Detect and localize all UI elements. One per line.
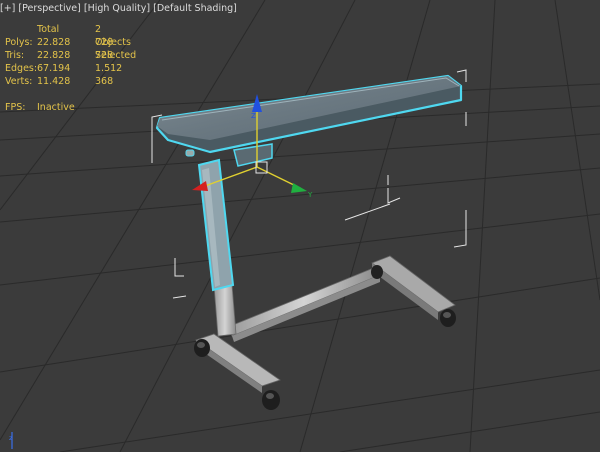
stats-header-total: Total — [37, 24, 60, 35]
caster-wheel — [371, 265, 383, 279]
stats-selected: 368 — [95, 76, 114, 87]
stats-label: Tris: — [5, 50, 25, 61]
stats-selected: 1.512 — [95, 63, 123, 74]
stats-label: Edges: — [5, 63, 38, 74]
stats-total: 67.194 — [37, 63, 71, 74]
viewport-menu-perspective[interactable]: [Perspective] — [18, 3, 80, 14]
stats-total: 22.828 — [37, 37, 71, 48]
svg-text:z: z — [9, 434, 13, 442]
viewport-menu-shading[interactable]: [Default Shading] — [153, 3, 237, 14]
perspective-viewport[interactable]: Z Y z — [0, 0, 600, 452]
fps-readout: FPS: Inactive — [5, 102, 75, 113]
viewport-label[interactable]: [+] [Perspective] [High Quality] [Defaul… — [0, 3, 237, 14]
viewport-background — [0, 0, 600, 452]
stats-label: Polys: — [5, 37, 33, 48]
viewport-menu-plus[interactable]: [+] — [0, 3, 15, 14]
fps-value: Inactive — [37, 102, 75, 113]
stats-total: 11.428 — [37, 76, 71, 87]
caster-wheel — [194, 339, 210, 357]
stats-selected: 728 — [95, 50, 114, 61]
caster-wheel — [262, 390, 280, 410]
fps-label: FPS: — [5, 102, 26, 113]
stats-label: Verts: — [5, 76, 33, 87]
svg-text:Y: Y — [307, 191, 313, 199]
stats-selected: 728 — [95, 37, 114, 48]
svg-text:Z: Z — [251, 112, 256, 120]
caster-wheel — [440, 309, 456, 327]
viewport-menu-quality[interactable]: [High Quality] — [84, 3, 150, 14]
stats-total: 22.828 — [37, 50, 71, 61]
